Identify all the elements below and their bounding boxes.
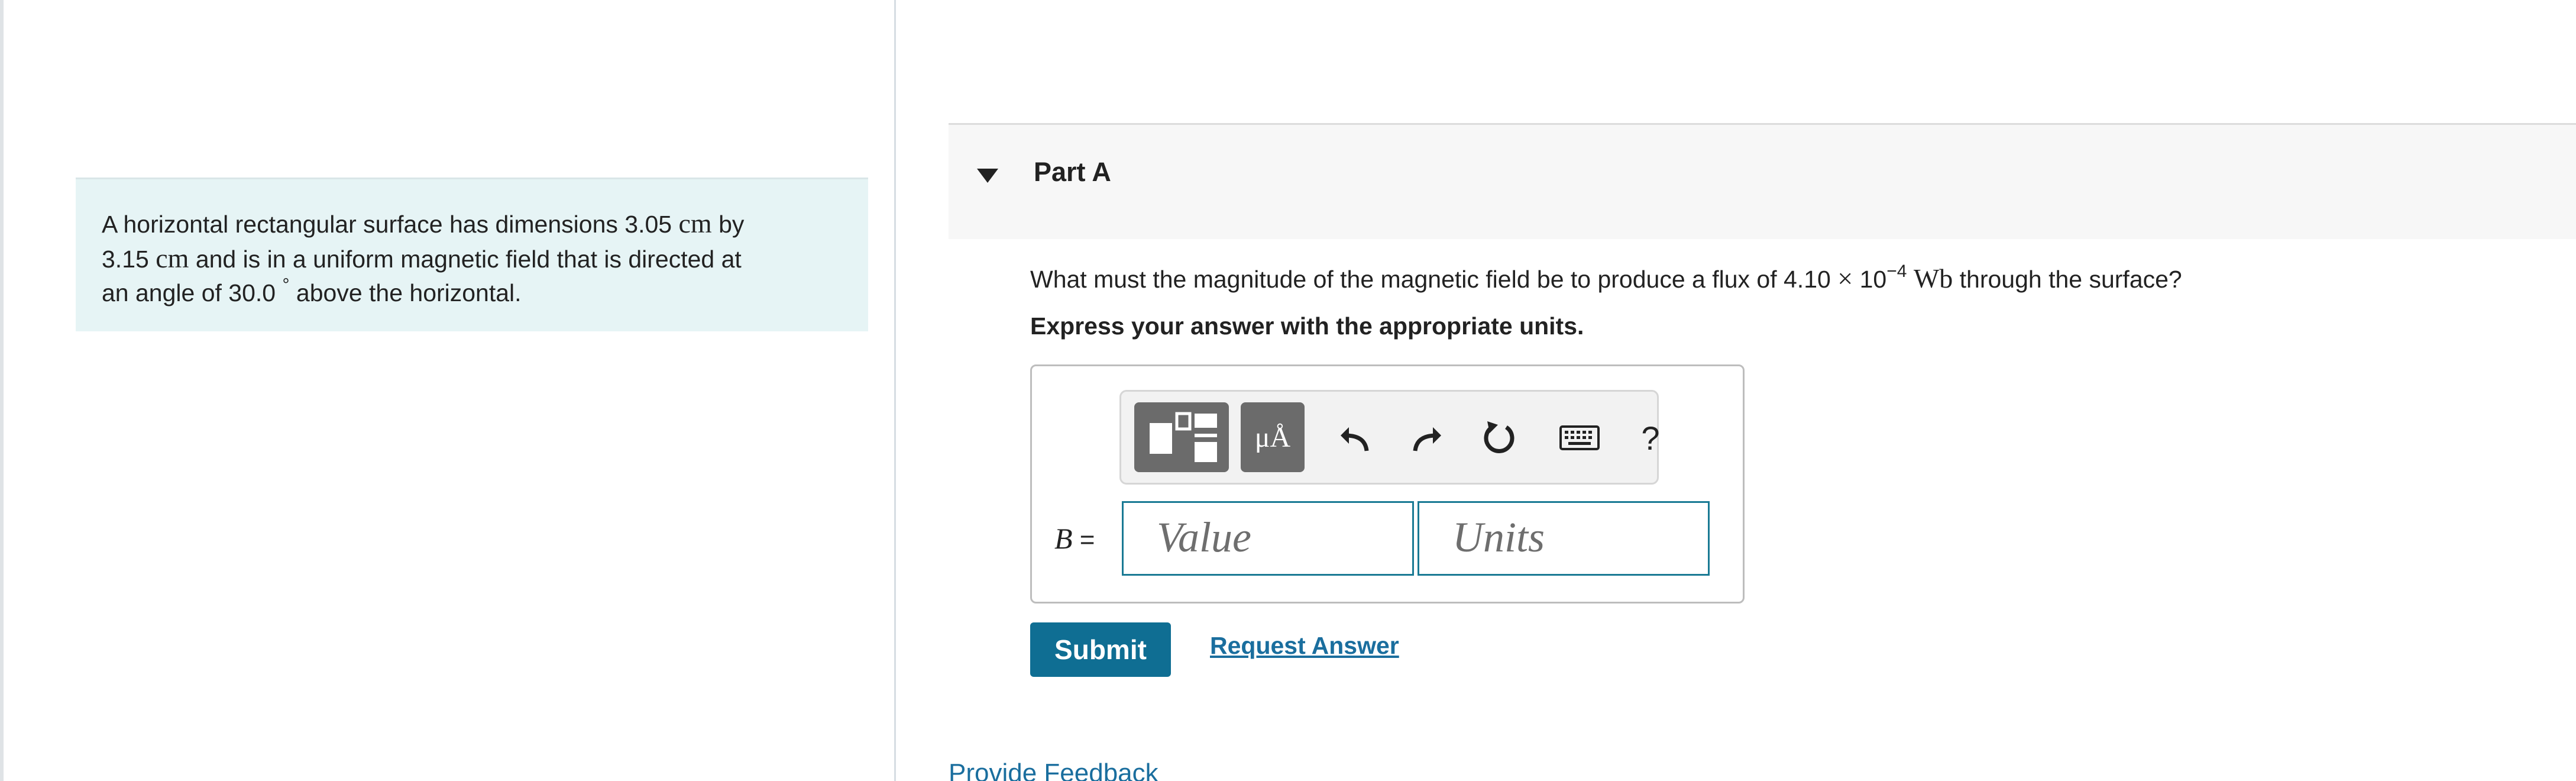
redo-icon bbox=[1413, 427, 1441, 451]
help-button[interactable]: ? bbox=[1624, 409, 1677, 466]
math-toolbar: μÅ ? bbox=[1119, 390, 1660, 485]
problem-statement: A horizontal rectangular surface has dim… bbox=[76, 178, 868, 331]
help-icon: ? bbox=[1641, 419, 1660, 457]
collapse-caret-icon[interactable] bbox=[977, 169, 998, 183]
units-input[interactable]: Units bbox=[1418, 501, 1710, 576]
part-a-header[interactable]: Part A bbox=[949, 123, 2576, 239]
undo-icon bbox=[1341, 427, 1369, 451]
left-edge-border bbox=[0, 0, 4, 781]
templates-button[interactable] bbox=[1134, 402, 1229, 472]
part-title: Part A bbox=[1034, 157, 1111, 187]
value-input[interactable]: Value bbox=[1122, 501, 1414, 576]
provide-feedback-link[interactable]: Provide Feedback bbox=[949, 759, 1158, 781]
reset-icon bbox=[1484, 421, 1514, 453]
problem-text: A horizontal rectangular surface has dim… bbox=[102, 208, 745, 306]
keyboard-icon bbox=[1559, 425, 1600, 450]
question-text: What must the magnitude of the magnetic … bbox=[1030, 262, 2182, 293]
redo-button[interactable] bbox=[1400, 409, 1454, 466]
templates-icon bbox=[1150, 412, 1217, 462]
undo-button[interactable] bbox=[1328, 409, 1381, 466]
units-icon: μÅ bbox=[1254, 421, 1291, 453]
units-button[interactable]: μÅ bbox=[1241, 402, 1305, 472]
answer-box: μÅ ? B = Value Units bbox=[1030, 364, 1745, 604]
variable-label: B = bbox=[1054, 522, 1095, 555]
reset-button[interactable] bbox=[1473, 409, 1526, 466]
keyboard-button[interactable] bbox=[1547, 409, 1612, 466]
submit-button[interactable]: Submit bbox=[1030, 622, 1171, 677]
pane-divider[interactable] bbox=[894, 0, 896, 781]
instruction-text: Express your answer with the appropriate… bbox=[1030, 312, 1584, 340]
request-answer-link[interactable]: Request Answer bbox=[1210, 632, 1399, 660]
